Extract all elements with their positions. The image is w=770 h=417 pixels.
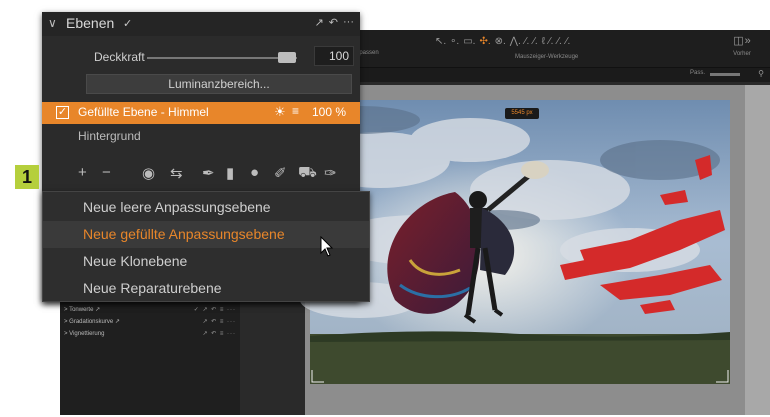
layer-name: Gefüllte Ebene - Himmel (78, 105, 209, 119)
zoom-slider[interactable] (710, 73, 740, 76)
layer-row-background[interactable]: Hintergrund (78, 129, 141, 143)
swap-icon[interactable]: ⇆ (170, 164, 183, 182)
pass-label: Pass. (690, 70, 706, 76)
layer-row-sky[interactable]: ✓ Gefüllte Ebene - Himmel ☀ ≡ 100 % (42, 102, 360, 124)
reset-icon[interactable]: ↶ (329, 16, 338, 29)
viewer-subbar: Pass. ⚲ (360, 68, 770, 82)
cursor-tool-icon[interactable]: ℓ (542, 36, 545, 47)
step-badge: 1 (15, 165, 39, 189)
stamp-icon[interactable]: ⛟ (298, 164, 317, 183)
adjustment-name: > Gradationskurve ↗ (64, 319, 120, 325)
layer-visibility-checkbox[interactable]: ✓ (56, 106, 69, 119)
before-label: Vorher (733, 51, 751, 57)
cursor-tool-icon[interactable]: ∕. (557, 36, 561, 47)
luminance-range-button[interactable]: Luminanzbereich... (86, 74, 352, 94)
menu-item-new-repair-layer[interactable]: Neue Reparaturebene (43, 275, 369, 302)
cursor-tools: ↖. ∘. ▭. ✣. ⊗. ⋀. ∕. ∕. ℓ ∕. ∕. ∕. (435, 36, 570, 47)
cursor-tool-icon[interactable]: ✣. (479, 36, 490, 47)
expand-icon[interactable]: ↗ (315, 16, 324, 29)
edit-pen-icon[interactable]: ✓ (123, 17, 132, 30)
eraser-icon[interactable]: ✑ (324, 164, 337, 182)
linear-gradient-icon[interactable]: ▮ (226, 164, 234, 182)
layers-header[interactable]: ∨ Ebenen ✓ ↗ ↶ ··· (42, 12, 360, 36)
brush-icon[interactable]: ✒ (202, 164, 215, 182)
cursor-tool-icon[interactable]: ▭. (463, 36, 475, 47)
opacity-value-field[interactable]: 100 (314, 46, 354, 66)
adjustments-panel: > Tonwerte ↗ ✓ ↗ ↶ ≡ ··· > Gradationskurve… (60, 300, 240, 415)
cursor-tool-icon[interactable]: ∕. (533, 36, 537, 47)
opacity-slider-knob[interactable] (278, 52, 296, 63)
adjustment-icons[interactable]: ↗ ↶ ≡ ··· (202, 318, 236, 325)
sliders-icon[interactable]: ≡ (292, 104, 299, 118)
magnifier-icon[interactable]: ⚲ (758, 69, 764, 78)
opacity-label: Deckkraft (94, 50, 145, 64)
adjustment-icons[interactable]: ✓ ↗ ↶ ≡ ··· (194, 306, 236, 313)
layers-title: Ebenen (66, 15, 115, 31)
luminance-icon[interactable]: ☀ (274, 104, 286, 120)
chevron-down-icon[interactable]: ∨ (48, 16, 57, 30)
eraser-brush-icon[interactable]: ✐ (274, 164, 287, 182)
cursor-tool-icon[interactable]: ∕. (566, 36, 570, 47)
mouse-pointer-icon (320, 236, 334, 257)
mask-view-icon[interactable]: ◉ (142, 164, 155, 182)
add-layer-icon[interactable]: + (78, 164, 87, 181)
cursor-tool-icon[interactable]: ∕. (549, 36, 553, 47)
viewer-margin (745, 85, 770, 415)
cursor-tool-icon[interactable]: ⊗. (495, 36, 506, 47)
remove-layer-icon[interactable]: − (102, 164, 111, 181)
size-readout: 5545 px (505, 108, 539, 119)
layer-tools-bar: + − ◉ ⇆ ✒ ▮ ● ✐ ⛟ ✑ (42, 164, 360, 188)
adjustment-item[interactable]: > Gradationskurve ↗ ↗ ↶ ≡ ··· (64, 316, 236, 327)
menu-item-new-empty-layer[interactable]: Neue leere Anpassungsebene (43, 194, 369, 221)
more-icon[interactable]: ··· (343, 16, 354, 29)
before-after-icon: ◫ » (733, 35, 751, 47)
adjustment-item[interactable]: > Tonwerte ↗ ✓ ↗ ↶ ≡ ··· (64, 304, 236, 315)
cursor-tool-icon[interactable]: ∘. (450, 36, 459, 47)
radial-gradient-icon[interactable]: ● (250, 164, 259, 181)
layer-opacity: 100 % (312, 105, 347, 119)
cursor-tool-icon[interactable]: ∕. (525, 36, 529, 47)
adjustment-item[interactable]: > Vignettierung ↗ ↶ ≡ ··· (64, 328, 236, 339)
opacity-slider[interactable] (147, 57, 297, 59)
cursor-tool-icon[interactable]: ↖. (435, 36, 446, 47)
cursor-tool-icon[interactable]: ⋀. (510, 36, 521, 47)
adjustment-icons[interactable]: ↗ ↶ ≡ ··· (202, 330, 236, 337)
adjustment-name: > Vignettierung (64, 330, 105, 337)
cursor-tools-label: Mauszeiger-Werkzeuge (515, 54, 579, 60)
before-toggle[interactable]: ◫ » Vorher (722, 34, 762, 62)
adjustment-name: > Tonwerte ↗ (64, 307, 101, 313)
